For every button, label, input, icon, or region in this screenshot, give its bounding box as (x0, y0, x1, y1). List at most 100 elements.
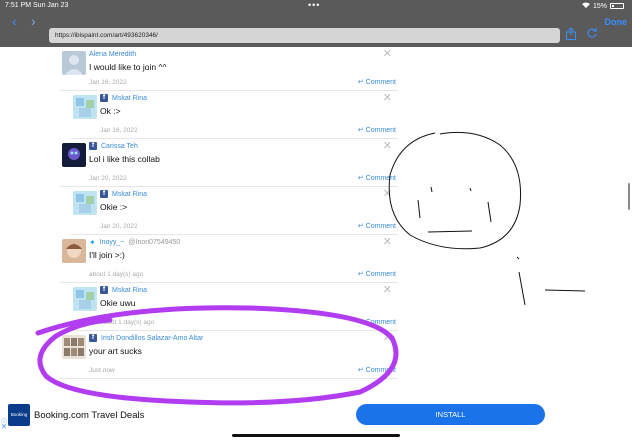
ad-banner[interactable]: Booking ⓘ ✕ Booking.com Travel Deals INS… (0, 400, 632, 431)
face-mark-left (417, 199, 421, 219)
booking-logo: Booking (8, 404, 30, 426)
reply-label: Comment (365, 175, 396, 182)
reply-label: Comment (365, 223, 396, 230)
comment-date: Jan 20, 2022 (100, 223, 138, 230)
comment-text: Okie uwu (100, 298, 136, 308)
comment-reply-link[interactable]: ↵ Comment (358, 222, 396, 230)
comment-text: Lol i like this collab (89, 154, 160, 164)
face-eye-left (430, 186, 433, 193)
home-indicator[interactable] (232, 434, 400, 437)
facebook-icon: f (89, 142, 97, 150)
comment-body: f Mskat Rina Ok :> (100, 93, 398, 116)
stroke-vertical (518, 271, 526, 306)
comment-date: about 1 day(s) ago (100, 319, 155, 326)
avatar (73, 95, 97, 119)
commenter-name[interactable]: Mskat Rina (112, 191, 147, 198)
comment-item: Alena Meredith I would like to join ^^ ✕… (60, 47, 398, 91)
commenter-name[interactable]: Irish Dondillos Salazar-Amo Altar (101, 335, 203, 342)
back-chevron-icon[interactable]: ‹ (12, 14, 17, 28)
commenter-name[interactable]: Alena Meredith (89, 49, 398, 59)
comment-reply-link[interactable]: ↵ Comment (358, 366, 396, 374)
facebook-icon: f (100, 286, 108, 294)
comment-body: Alena Meredith I would like to join ^^ (89, 49, 398, 73)
avatar (62, 51, 86, 75)
comment-item: f Mskat Rina Ok :> ✕ Jan 16, 2022 ↵ Comme… (71, 91, 398, 139)
comment-reply-link[interactable]: ↵ Comment (358, 126, 396, 134)
comment-item: f Carissa Teh Lol i like this collab ✕ Ja… (60, 139, 398, 187)
comment-item: f Mskat Rina Okie uwu ✕ about 1 day(s) ag… (71, 283, 398, 331)
install-button[interactable]: INSTALL (356, 404, 545, 425)
commenter-name[interactable]: Carissa Teh (101, 143, 138, 150)
commenter-handle: @Inori07549450 (128, 238, 181, 246)
battery-percent: 15% (592, 2, 607, 10)
facebook-icon: f (100, 190, 108, 198)
commenter-name[interactable]: Mskat Rina (112, 287, 147, 294)
comment-reply-link[interactable]: ↵ Comment (358, 270, 396, 278)
reply-label: Comment (365, 367, 396, 374)
comment-text: your art sucks (89, 346, 142, 356)
close-icon[interactable]: ✕ (383, 333, 392, 344)
twitter-icon: ✦ (89, 237, 96, 247)
close-icon[interactable]: ✕ (383, 285, 392, 296)
avatar (73, 191, 97, 215)
url-field[interactable]: https://ibispaint.com/art/493620346/ (49, 28, 560, 43)
close-icon[interactable]: ✕ (383, 93, 392, 104)
comment-body: f Mskat Rina Okie uwu (100, 285, 398, 308)
status-bar: 7:51 PM Sun Jan 23 ••• 15% (0, 0, 632, 12)
scrollbar[interactable] (628, 183, 630, 210)
comment-reply-link[interactable]: ↵ Comment (358, 174, 396, 182)
commenter-name[interactable]: Inoyy_~ (100, 239, 125, 246)
status-time: 7:51 PM Sun Jan 23 (5, 2, 69, 9)
comment-item: f Irish Dondillos Salazar-Amo Altar your … (60, 331, 398, 379)
status-right: 15% (581, 2, 624, 10)
avatar (62, 335, 86, 359)
comment-reply-link[interactable]: ↵ Comment (358, 78, 396, 86)
comment-item: f Mskat Rina Okie :> ✕ Jan 20, 2022 ↵ Com… (71, 187, 398, 235)
battery-icon (610, 3, 624, 9)
avatar (73, 287, 97, 311)
share-icon[interactable] (565, 27, 577, 42)
multitask-dots[interactable]: ••• (308, 0, 320, 10)
close-icon[interactable]: ✕ (383, 141, 392, 152)
comment-reply-link[interactable]: ↵ Comment (358, 318, 396, 326)
commenter-name[interactable]: Mskat Rina (112, 95, 147, 102)
comment-text: Ok :> (100, 106, 121, 116)
comment-body: f Mskat Rina Okie :> (100, 189, 398, 212)
comment-text: I'll join >:) (89, 250, 125, 260)
comment-date: Jan 20, 2022 (89, 175, 127, 182)
comment-item: ✦ Inoyy_~ @Inori07549450 I'll join >:) ✕ a… (60, 235, 398, 283)
browser-toolbar: 7:51 PM Sun Jan 23 ••• 15% ‹ › https://i… (0, 0, 632, 47)
stroke-small (516, 256, 520, 260)
wifi-icon (581, 2, 590, 10)
stroke-horizontal (544, 289, 586, 292)
comment-body: f Irish Dondillos Salazar-Amo Altar your … (89, 333, 398, 356)
avatar (62, 239, 86, 263)
close-icon[interactable]: ✕ (383, 189, 392, 200)
close-icon[interactable]: ✕ (383, 237, 392, 248)
comment-text: Okie :> (100, 202, 128, 212)
comment-date: Just now (89, 367, 115, 374)
reply-label: Comment (365, 319, 396, 326)
done-button[interactable]: Done (605, 17, 628, 27)
reload-icon[interactable] (586, 27, 598, 41)
face-mouth (427, 230, 473, 233)
comment-date: about 1 day(s) ago (89, 271, 144, 278)
face-doodle (388, 131, 522, 250)
comment-body: ✦ Inoyy_~ @Inori07549450 I'll join >:) (89, 237, 398, 261)
ad-title: Booking.com Travel Deals (34, 410, 145, 421)
comment-date: Jan 16, 2022 (100, 127, 138, 134)
comment-date: Jan 16, 2022 (89, 79, 127, 86)
facebook-icon: f (89, 334, 97, 342)
facebook-icon: f (100, 94, 108, 102)
avatar (62, 143, 86, 167)
reply-label: Comment (365, 271, 396, 278)
ad-close-icon[interactable]: ✕ (1, 423, 7, 431)
comment-body: f Carissa Teh Lol i like this collab (89, 141, 398, 164)
face-mark-right (487, 201, 492, 223)
close-icon[interactable]: ✕ (383, 49, 392, 60)
forward-chevron-icon[interactable]: › (31, 14, 36, 28)
face-eye-right (469, 187, 472, 192)
reply-label: Comment (365, 127, 396, 134)
reply-label: Comment (365, 79, 396, 86)
comment-text: I would like to join ^^ (89, 62, 167, 72)
